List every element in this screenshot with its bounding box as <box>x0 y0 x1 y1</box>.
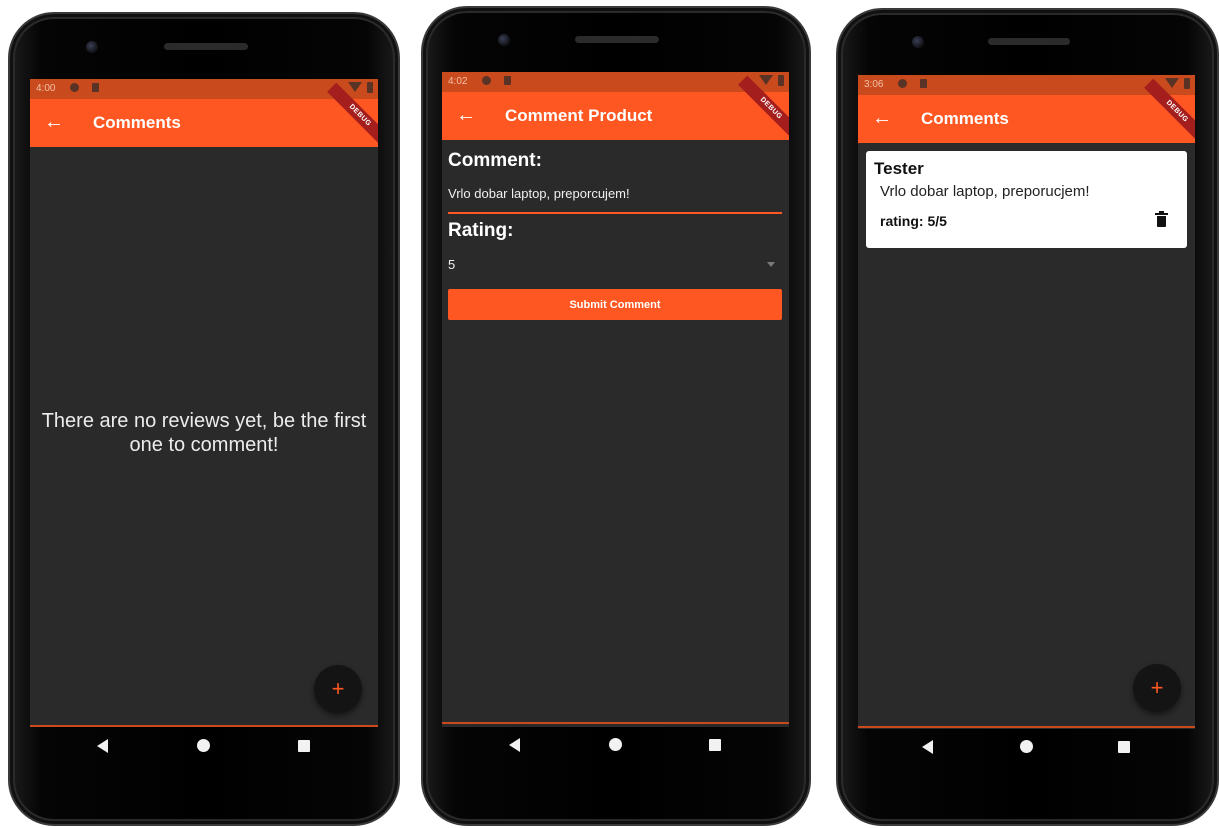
system-nav-bar <box>442 722 789 727</box>
battery-icon <box>778 75 784 86</box>
earpiece-speaker <box>164 43 248 50</box>
status-bar: 4:02 <box>442 72 789 92</box>
comments-list-screen: 3:06 ← Comments DEBUG Tester Vrlo dobar … <box>858 75 1195 729</box>
trash-icon[interactable] <box>1155 211 1168 227</box>
nav-home-icon[interactable] <box>197 739 210 752</box>
comment-author: Tester <box>874 159 924 178</box>
status-time: 3:06 <box>864 79 884 90</box>
earpiece-speaker <box>575 36 659 43</box>
status-bar: 4:00 <box>30 79 378 99</box>
comment-label: Comment: <box>448 150 542 171</box>
status-time: 4:02 <box>448 76 468 87</box>
front-camera <box>498 34 510 46</box>
arrow-left-icon[interactable]: ← <box>456 103 476 127</box>
status-time: 4:00 <box>36 83 56 94</box>
nav-back-icon[interactable] <box>922 740 933 754</box>
comment-input[interactable]: Vrlo dobar laptop, preporcujem! <box>448 186 630 201</box>
notification-icon <box>70 83 79 92</box>
earpiece-speaker <box>988 38 1070 45</box>
comment-product-screen: 4:02 ← Comment Product DEBUG Comment: Vr… <box>442 72 789 727</box>
plus-icon: + <box>331 676 345 701</box>
add-comment-button[interactable]: + <box>1133 664 1181 712</box>
page-title: Comments <box>93 113 181 132</box>
notification-icon <box>898 79 907 88</box>
rating-dropdown[interactable]: 5 <box>448 257 455 272</box>
comment-text: Vrlo dobar laptop, preporucjem! <box>880 183 1090 200</box>
nav-home-icon[interactable] <box>1020 740 1033 753</box>
nav-back-icon[interactable] <box>97 739 108 753</box>
wifi-icon <box>348 82 362 92</box>
front-camera <box>86 41 98 53</box>
system-nav-bar <box>30 725 378 727</box>
wifi-icon <box>1165 78 1179 88</box>
app-bar: ← Comment Product DEBUG <box>442 75 789 142</box>
sd-card-icon <box>504 76 511 85</box>
nav-back-icon[interactable] <box>509 738 520 752</box>
page-title: Comment Product <box>505 106 653 125</box>
nav-home-icon[interactable] <box>609 738 622 751</box>
comment-card: Tester Vrlo dobar laptop, preporucjem! r… <box>866 151 1187 248</box>
add-comment-button[interactable]: + <box>314 665 362 713</box>
wifi-icon <box>759 75 773 85</box>
submit-comment-button[interactable]: Submit Comment <box>448 289 782 320</box>
nav-recents-icon[interactable] <box>709 739 721 751</box>
rating-label: Rating: <box>448 220 514 241</box>
nav-recents-icon[interactable] <box>298 740 310 752</box>
comments-empty-screen: 4:00 ← Comments DEBUG There are no revie… <box>30 79 378 727</box>
front-camera <box>912 36 924 48</box>
empty-state-message: There are no reviews yet, be the first o… <box>41 410 367 456</box>
chevron-down-icon[interactable] <box>767 262 775 267</box>
app-bar: ← Comments DEBUG <box>30 82 378 149</box>
page-title: Comments <box>921 109 1009 128</box>
battery-icon <box>1184 78 1190 89</box>
sd-card-icon <box>92 83 99 92</box>
system-nav-bar <box>858 726 1195 729</box>
plus-icon: + <box>1150 675 1164 700</box>
comment-rating: rating: 5/5 <box>880 213 947 229</box>
arrow-left-icon[interactable]: ← <box>872 106 892 130</box>
battery-icon <box>367 82 373 93</box>
comment-input-underline <box>448 212 782 214</box>
sd-card-icon <box>920 79 927 88</box>
app-bar: ← Comments DEBUG <box>858 78 1195 145</box>
arrow-left-icon[interactable]: ← <box>44 110 64 134</box>
status-bar: 3:06 <box>858 75 1195 95</box>
notification-icon <box>482 76 491 85</box>
nav-recents-icon[interactable] <box>1118 741 1130 753</box>
